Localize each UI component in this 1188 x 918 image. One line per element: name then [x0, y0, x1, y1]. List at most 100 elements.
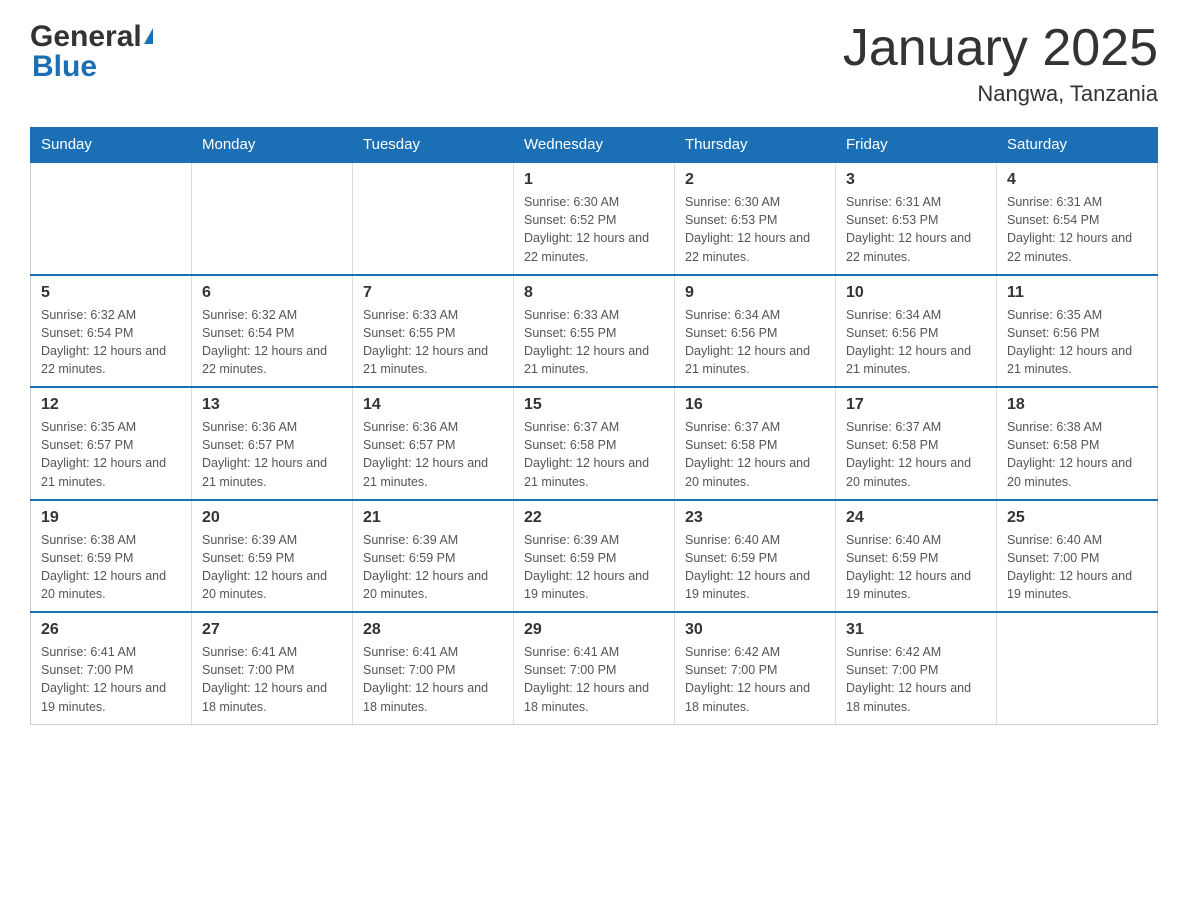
day-info: Sunrise: 6:31 AM Sunset: 6:53 PM Dayligh…	[846, 193, 986, 266]
logo-general-text: General	[30, 20, 142, 54]
page-header: General Blue January 2025 Nangwa, Tanzan…	[30, 20, 1158, 107]
calendar-cell: 4Sunrise: 6:31 AM Sunset: 6:54 PM Daylig…	[997, 162, 1158, 275]
calendar-cell: 25 Sunrise: 6:40 AM Sunset: 7:00 PM Dayli…	[997, 500, 1158, 613]
calendar-cell: 30Sunrise: 6:42 AM Sunset: 7:00 PM Dayli…	[675, 612, 836, 724]
day-info: Sunrise: 6:41 AM Sunset: 7:00 PM Dayligh…	[202, 643, 342, 716]
day-number: 3	[846, 171, 986, 189]
calendar-cell: 14Sunrise: 6:36 AM Sunset: 6:57 PM Dayli…	[353, 387, 514, 500]
day-info: Sunrise: 6:30 AM Sunset: 6:53 PM Dayligh…	[685, 193, 825, 266]
calendar-week-row: 26 Sunrise: 6:41 AM Sunset: 7:00 PM Dayli…	[31, 612, 1158, 724]
day-info: Sunrise: 6:41 AM Sunset: 7:00 PM Dayligh…	[524, 643, 664, 716]
calendar-cell: 13 Sunrise: 6:36 AM Sunset: 6:57 PM Dayli…	[192, 387, 353, 500]
calendar-cell: 10 Sunrise: 6:34 AM Sunset: 6:56 PM Dayli…	[836, 275, 997, 388]
day-info: Sunrise: 6:39 AM Sunset: 6:59 PM Dayligh…	[363, 531, 503, 604]
day-info: Sunrise: 6:36 AM Sunset: 6:57 PM Dayligh…	[202, 418, 342, 491]
day-info: Sunrise: 6:39 AM Sunset: 6:59 PM Dayligh…	[524, 531, 664, 604]
calendar-cell: 22 Sunrise: 6:39 AM Sunset: 6:59 PM Dayli…	[514, 500, 675, 613]
calendar-cell	[997, 612, 1158, 724]
day-info: Sunrise: 6:37 AM Sunset: 6:58 PM Dayligh…	[846, 418, 986, 491]
day-number: 11	[1007, 284, 1147, 302]
calendar-week-row: 19 Sunrise: 6:38 AM Sunset: 6:59 PM Dayli…	[31, 500, 1158, 613]
day-info: Sunrise: 6:40 AM Sunset: 6:59 PM Dayligh…	[685, 531, 825, 604]
day-number: 5	[41, 284, 181, 302]
day-info: Sunrise: 6:41 AM Sunset: 7:00 PM Dayligh…	[41, 643, 181, 716]
weekday-header-sunday: Sunday	[31, 128, 192, 163]
weekday-header-monday: Monday	[192, 128, 353, 163]
calendar-cell: 23 Sunrise: 6:40 AM Sunset: 6:59 PM Dayli…	[675, 500, 836, 613]
day-info: Sunrise: 6:41 AM Sunset: 7:00 PM Dayligh…	[363, 643, 503, 716]
day-number: 21	[363, 509, 503, 527]
day-number: 10	[846, 284, 986, 302]
calendar-cell: 27 Sunrise: 6:41 AM Sunset: 7:00 PM Dayli…	[192, 612, 353, 724]
logo: General Blue	[30, 20, 153, 84]
weekday-header-thursday: Thursday	[675, 128, 836, 163]
day-number: 30	[685, 621, 825, 639]
day-number: 16	[685, 396, 825, 414]
day-info: Sunrise: 6:37 AM Sunset: 6:58 PM Dayligh…	[685, 418, 825, 491]
weekday-header-tuesday: Tuesday	[353, 128, 514, 163]
location: Nangwa, Tanzania	[843, 81, 1158, 107]
day-info: Sunrise: 6:31 AM Sunset: 6:54 PM Dayligh…	[1007, 193, 1147, 266]
weekday-header-row: SundayMondayTuesdayWednesdayThursdayFrid…	[31, 128, 1158, 163]
weekday-header-wednesday: Wednesday	[514, 128, 675, 163]
day-info: Sunrise: 6:32 AM Sunset: 6:54 PM Dayligh…	[41, 306, 181, 379]
day-info: Sunrise: 6:42 AM Sunset: 7:00 PM Dayligh…	[846, 643, 986, 716]
weekday-header-saturday: Saturday	[997, 128, 1158, 163]
day-number: 13	[202, 396, 342, 414]
calendar-cell: 29Sunrise: 6:41 AM Sunset: 7:00 PM Dayli…	[514, 612, 675, 724]
logo-blue-text: Blue	[30, 50, 153, 84]
day-info: Sunrise: 6:33 AM Sunset: 6:55 PM Dayligh…	[363, 306, 503, 379]
day-info: Sunrise: 6:38 AM Sunset: 6:58 PM Dayligh…	[1007, 418, 1147, 491]
calendar-cell: 6 Sunrise: 6:32 AM Sunset: 6:54 PM Daylig…	[192, 275, 353, 388]
day-number: 14	[363, 396, 503, 414]
day-number: 7	[363, 284, 503, 302]
calendar-cell: 26 Sunrise: 6:41 AM Sunset: 7:00 PM Dayli…	[31, 612, 192, 724]
day-number: 27	[202, 621, 342, 639]
day-info: Sunrise: 6:35 AM Sunset: 6:57 PM Dayligh…	[41, 418, 181, 491]
calendar-cell: 19 Sunrise: 6:38 AM Sunset: 6:59 PM Dayli…	[31, 500, 192, 613]
day-info: Sunrise: 6:34 AM Sunset: 6:56 PM Dayligh…	[846, 306, 986, 379]
day-info: Sunrise: 6:39 AM Sunset: 6:59 PM Dayligh…	[202, 531, 342, 604]
day-number: 2	[685, 171, 825, 189]
calendar-week-row: 5 Sunrise: 6:32 AM Sunset: 6:54 PM Daylig…	[31, 275, 1158, 388]
day-number: 26	[41, 621, 181, 639]
calendar-cell: 16 Sunrise: 6:37 AM Sunset: 6:58 PM Dayli…	[675, 387, 836, 500]
day-info: Sunrise: 6:37 AM Sunset: 6:58 PM Dayligh…	[524, 418, 664, 491]
day-number: 15	[524, 396, 664, 414]
day-number: 6	[202, 284, 342, 302]
calendar-cell: 21 Sunrise: 6:39 AM Sunset: 6:59 PM Dayli…	[353, 500, 514, 613]
day-number: 18	[1007, 396, 1147, 414]
calendar-cell: 5 Sunrise: 6:32 AM Sunset: 6:54 PM Daylig…	[31, 275, 192, 388]
calendar-cell	[31, 162, 192, 275]
day-number: 31	[846, 621, 986, 639]
day-number: 23	[685, 509, 825, 527]
day-info: Sunrise: 6:35 AM Sunset: 6:56 PM Dayligh…	[1007, 306, 1147, 379]
day-number: 17	[846, 396, 986, 414]
calendar-cell: 15 Sunrise: 6:37 AM Sunset: 6:58 PM Dayli…	[514, 387, 675, 500]
calendar-cell	[192, 162, 353, 275]
weekday-header-friday: Friday	[836, 128, 997, 163]
day-info: Sunrise: 6:33 AM Sunset: 6:55 PM Dayligh…	[524, 306, 664, 379]
calendar-cell: 2 Sunrise: 6:30 AM Sunset: 6:53 PM Daylig…	[675, 162, 836, 275]
day-info: Sunrise: 6:38 AM Sunset: 6:59 PM Dayligh…	[41, 531, 181, 604]
day-number: 19	[41, 509, 181, 527]
calendar-cell	[353, 162, 514, 275]
day-info: Sunrise: 6:34 AM Sunset: 6:56 PM Dayligh…	[685, 306, 825, 379]
calendar-cell: 28Sunrise: 6:41 AM Sunset: 7:00 PM Dayli…	[353, 612, 514, 724]
day-number: 1	[524, 171, 664, 189]
month-title: January 2025	[843, 20, 1158, 77]
day-number: 25	[1007, 509, 1147, 527]
calendar-cell: 20 Sunrise: 6:39 AM Sunset: 6:59 PM Dayli…	[192, 500, 353, 613]
calendar-cell: 8Sunrise: 6:33 AM Sunset: 6:55 PM Daylig…	[514, 275, 675, 388]
day-number: 12	[41, 396, 181, 414]
day-info: Sunrise: 6:32 AM Sunset: 6:54 PM Dayligh…	[202, 306, 342, 379]
day-info: Sunrise: 6:40 AM Sunset: 7:00 PM Dayligh…	[1007, 531, 1147, 604]
calendar-table: SundayMondayTuesdayWednesdayThursdayFrid…	[30, 127, 1158, 725]
calendar-cell: 31 Sunrise: 6:42 AM Sunset: 7:00 PM Dayli…	[836, 612, 997, 724]
day-info: Sunrise: 6:30 AM Sunset: 6:52 PM Dayligh…	[524, 193, 664, 266]
calendar-cell: 24Sunrise: 6:40 AM Sunset: 6:59 PM Dayli…	[836, 500, 997, 613]
day-number: 20	[202, 509, 342, 527]
day-info: Sunrise: 6:40 AM Sunset: 6:59 PM Dayligh…	[846, 531, 986, 604]
calendar-cell: 1 Sunrise: 6:30 AM Sunset: 6:52 PM Daylig…	[514, 162, 675, 275]
day-number: 22	[524, 509, 664, 527]
